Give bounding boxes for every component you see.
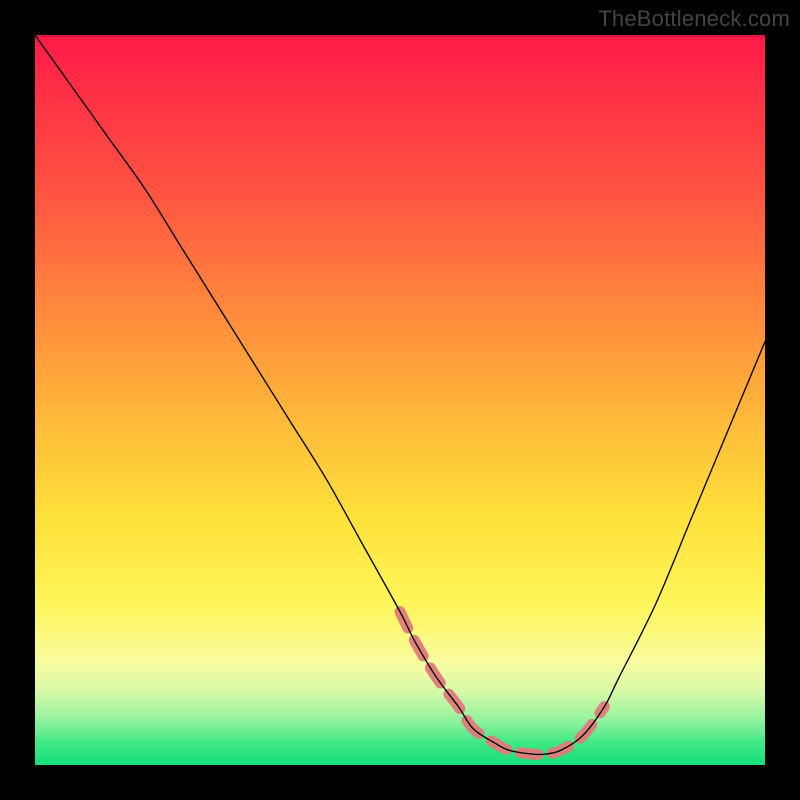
chart-frame: TheBottleneck.com <box>0 0 800 800</box>
plot-area <box>35 35 765 765</box>
valley-highlight-line <box>400 612 604 755</box>
curve-svg <box>35 35 765 765</box>
bottleneck-curve-line <box>35 35 765 755</box>
watermark-label: TheBottleneck.com <box>598 6 790 32</box>
